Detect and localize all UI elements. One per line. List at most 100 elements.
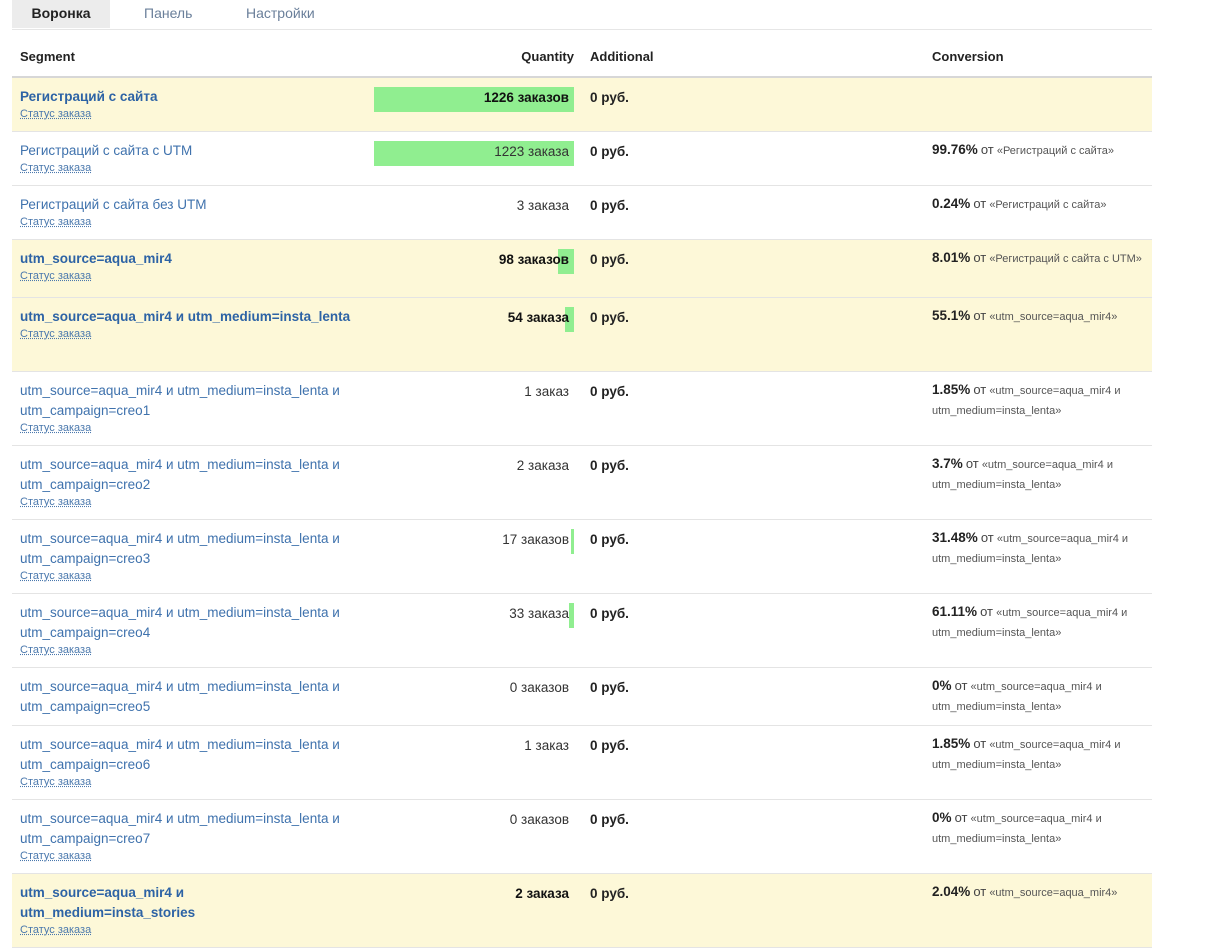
quantity-cell: 0 заказов <box>374 809 574 834</box>
conversion-from-label: от <box>980 530 994 545</box>
segment-cell: utm_source=aqua_mir4 и utm_medium=insta_… <box>20 307 358 341</box>
table-header: Segment Quantity Additional Conversion <box>12 40 1152 78</box>
status-filter-link[interactable]: Статус заказа <box>20 107 358 121</box>
column-header-segment: Segment <box>20 49 75 64</box>
segment-link[interactable]: utm_source=aqua_mir4 и utm_medium=insta_… <box>20 885 195 920</box>
conversion-reference: «Регистраций с сайта с UTM» <box>989 253 1142 265</box>
conversion-percent: 1.85% <box>932 736 971 751</box>
status-filter-link[interactable]: Статус заказа <box>20 775 358 789</box>
status-filter-link[interactable]: Статус заказа <box>20 215 358 229</box>
quantity-cell: 1226 заказов <box>374 87 574 112</box>
additional-value: 0 руб. <box>590 812 629 827</box>
tab-panel[interactable]: Панель <box>144 0 192 28</box>
column-header-quantity: Quantity <box>521 49 574 64</box>
status-filter-link[interactable]: Статус заказа <box>20 269 358 283</box>
table-row: utm_source=aqua_mir4 и utm_medium=insta_… <box>12 800 1152 874</box>
quantity-value: 98 заказов <box>498 252 569 267</box>
conversion-percent: 2.04% <box>932 884 971 899</box>
segment-link[interactable]: utm_source=aqua_mir4 и utm_medium=insta_… <box>20 383 340 418</box>
conversion-cell: 1.85% от «utm_source=aqua_mir4 и utm_med… <box>932 380 1147 421</box>
conversion-cell: 3.7% от «utm_source=aqua_mir4 и utm_medi… <box>932 454 1147 495</box>
conversion-from-label: от <box>954 810 968 825</box>
quantity-value: 33 заказа <box>509 606 569 621</box>
quantity-cell: 54 заказа <box>374 307 574 332</box>
conversion-from-label: от <box>954 678 968 693</box>
conversion-from-label: от <box>965 456 979 471</box>
status-filter-link[interactable]: Статус заказа <box>20 327 358 341</box>
segment-link[interactable]: utm_source=aqua_mir4 и utm_medium=insta_… <box>20 605 340 640</box>
quantity-value: 17 заказов <box>502 532 569 547</box>
segment-link[interactable]: utm_source=aqua_mir4 и utm_medium=insta_… <box>20 737 340 772</box>
quantity-cell: 2 заказа <box>374 883 574 908</box>
quantity-value: 1226 заказов <box>483 90 569 105</box>
conversion-cell: 2.04% от «utm_source=aqua_mir4» <box>932 882 1147 903</box>
conversion-cell: 31.48% от «utm_source=aqua_mir4 и utm_me… <box>932 528 1147 569</box>
conversion-percent: 8.01% <box>932 250 971 265</box>
conversion-cell: 99.76% от «Регистраций с сайта» <box>932 140 1147 161</box>
conversion-from-label: от <box>973 308 987 323</box>
segment-link[interactable]: utm_source=aqua_mir4 <box>20 251 172 266</box>
status-filter-link[interactable]: Статус заказа <box>20 421 358 435</box>
status-filter-link[interactable]: Статус заказа <box>20 495 358 509</box>
conversion-cell: 0% от «utm_source=aqua_mir4 и utm_medium… <box>932 808 1147 849</box>
segment-cell: utm_source=aqua_mir4 и utm_medium=insta_… <box>20 455 358 509</box>
quantity-value: 3 заказа <box>516 198 569 213</box>
conversion-from-label: от <box>973 736 987 751</box>
conversion-reference: «Регистраций с сайта» <box>989 199 1107 211</box>
segment-link[interactable]: utm_source=aqua_mir4 и utm_medium=insta_… <box>20 811 340 846</box>
conversion-percent: 31.48% <box>932 530 978 545</box>
segment-cell: Регистраций с сайта с UTM Статус заказа <box>20 141 358 175</box>
segment-link[interactable]: utm_source=aqua_mir4 и utm_medium=insta_… <box>20 531 340 566</box>
segment-cell: utm_source=aqua_mir4 и utm_medium=insta_… <box>20 735 358 789</box>
conversion-percent: 3.7% <box>932 456 963 471</box>
conversion-from-label: от <box>973 196 987 211</box>
segment-cell: utm_source=aqua_mir4 и utm_medium=insta_… <box>20 381 358 435</box>
segment-link[interactable]: Регистраций с сайта без UTM <box>20 197 206 212</box>
table-row: Регистраций с сайта с UTM Статус заказа 12… <box>12 132 1152 186</box>
table-row: utm_source=aqua_mir4 и utm_medium=insta_… <box>12 874 1152 948</box>
additional-value: 0 руб. <box>590 198 629 213</box>
conversion-from-label: от <box>973 382 987 397</box>
conversion-percent: 0% <box>932 678 952 693</box>
conversion-cell: 0.24% от «Регистраций с сайта» <box>932 194 1147 215</box>
status-filter-link[interactable]: Статус заказа <box>20 849 358 863</box>
segment-link[interactable]: utm_source=aqua_mir4 и utm_medium=insta_… <box>20 679 340 714</box>
additional-value: 0 руб. <box>590 90 629 105</box>
additional-value: 0 руб. <box>590 310 629 325</box>
quantity-value: 1 заказ <box>524 738 569 753</box>
conversion-percent: 55.1% <box>932 308 971 323</box>
conversion-cell: 1.85% от «utm_source=aqua_mir4 и utm_med… <box>932 734 1147 775</box>
segment-link[interactable]: Регистраций с сайта <box>20 89 157 104</box>
status-filter-link[interactable]: Статус заказа <box>20 643 358 657</box>
tab-funnel[interactable]: Воронка <box>12 0 110 28</box>
conversion-cell: 0% от «utm_source=aqua_mir4 и utm_medium… <box>932 676 1147 717</box>
segment-cell: utm_source=aqua_mir4 и utm_medium=insta_… <box>20 677 358 717</box>
table-row: utm_source=aqua_mir4 и utm_medium=insta_… <box>12 372 1152 446</box>
quantity-cell: 98 заказов <box>374 249 574 274</box>
table-row: utm_source=aqua_mir4 и utm_medium=insta_… <box>12 726 1152 800</box>
quantity-value: 0 заказов <box>509 680 569 695</box>
quantity-value: 2 заказа <box>515 886 569 901</box>
funnel-page: Воронка Панель Настройки Segment Quantit… <box>0 0 1214 948</box>
quantity-bar <box>569 603 574 628</box>
quantity-cell: 1 заказ <box>374 381 574 406</box>
additional-value: 0 руб. <box>590 458 629 473</box>
status-filter-link[interactable]: Статус заказа <box>20 569 358 583</box>
conversion-percent: 99.76% <box>932 142 978 157</box>
conversion-percent: 1.85% <box>932 382 971 397</box>
table-row: utm_source=aqua_mir4 и utm_medium=insta_… <box>12 668 1152 726</box>
status-filter-link[interactable]: Статус заказа <box>20 161 358 175</box>
quantity-cell: 1 заказ <box>374 735 574 760</box>
tab-settings[interactable]: Настройки <box>246 0 315 28</box>
status-filter-link[interactable]: Статус заказа <box>20 923 358 937</box>
segment-link[interactable]: Регистраций с сайта с UTM <box>20 143 192 158</box>
conversion-from-label: от <box>973 250 987 265</box>
conversion-percent: 0.24% <box>932 196 971 211</box>
quantity-value: 2 заказа <box>516 458 569 473</box>
segment-link[interactable]: utm_source=aqua_mir4 и utm_medium=insta_… <box>20 457 340 492</box>
segment-link[interactable]: utm_source=aqua_mir4 и utm_medium=insta_… <box>20 309 350 324</box>
table-row: utm_source=aqua_mir4 и utm_medium=insta_… <box>12 594 1152 668</box>
quantity-value: 54 заказа <box>507 310 569 325</box>
segment-cell: utm_source=aqua_mir4 и utm_medium=insta_… <box>20 809 358 863</box>
quantity-value: 0 заказов <box>509 812 569 827</box>
